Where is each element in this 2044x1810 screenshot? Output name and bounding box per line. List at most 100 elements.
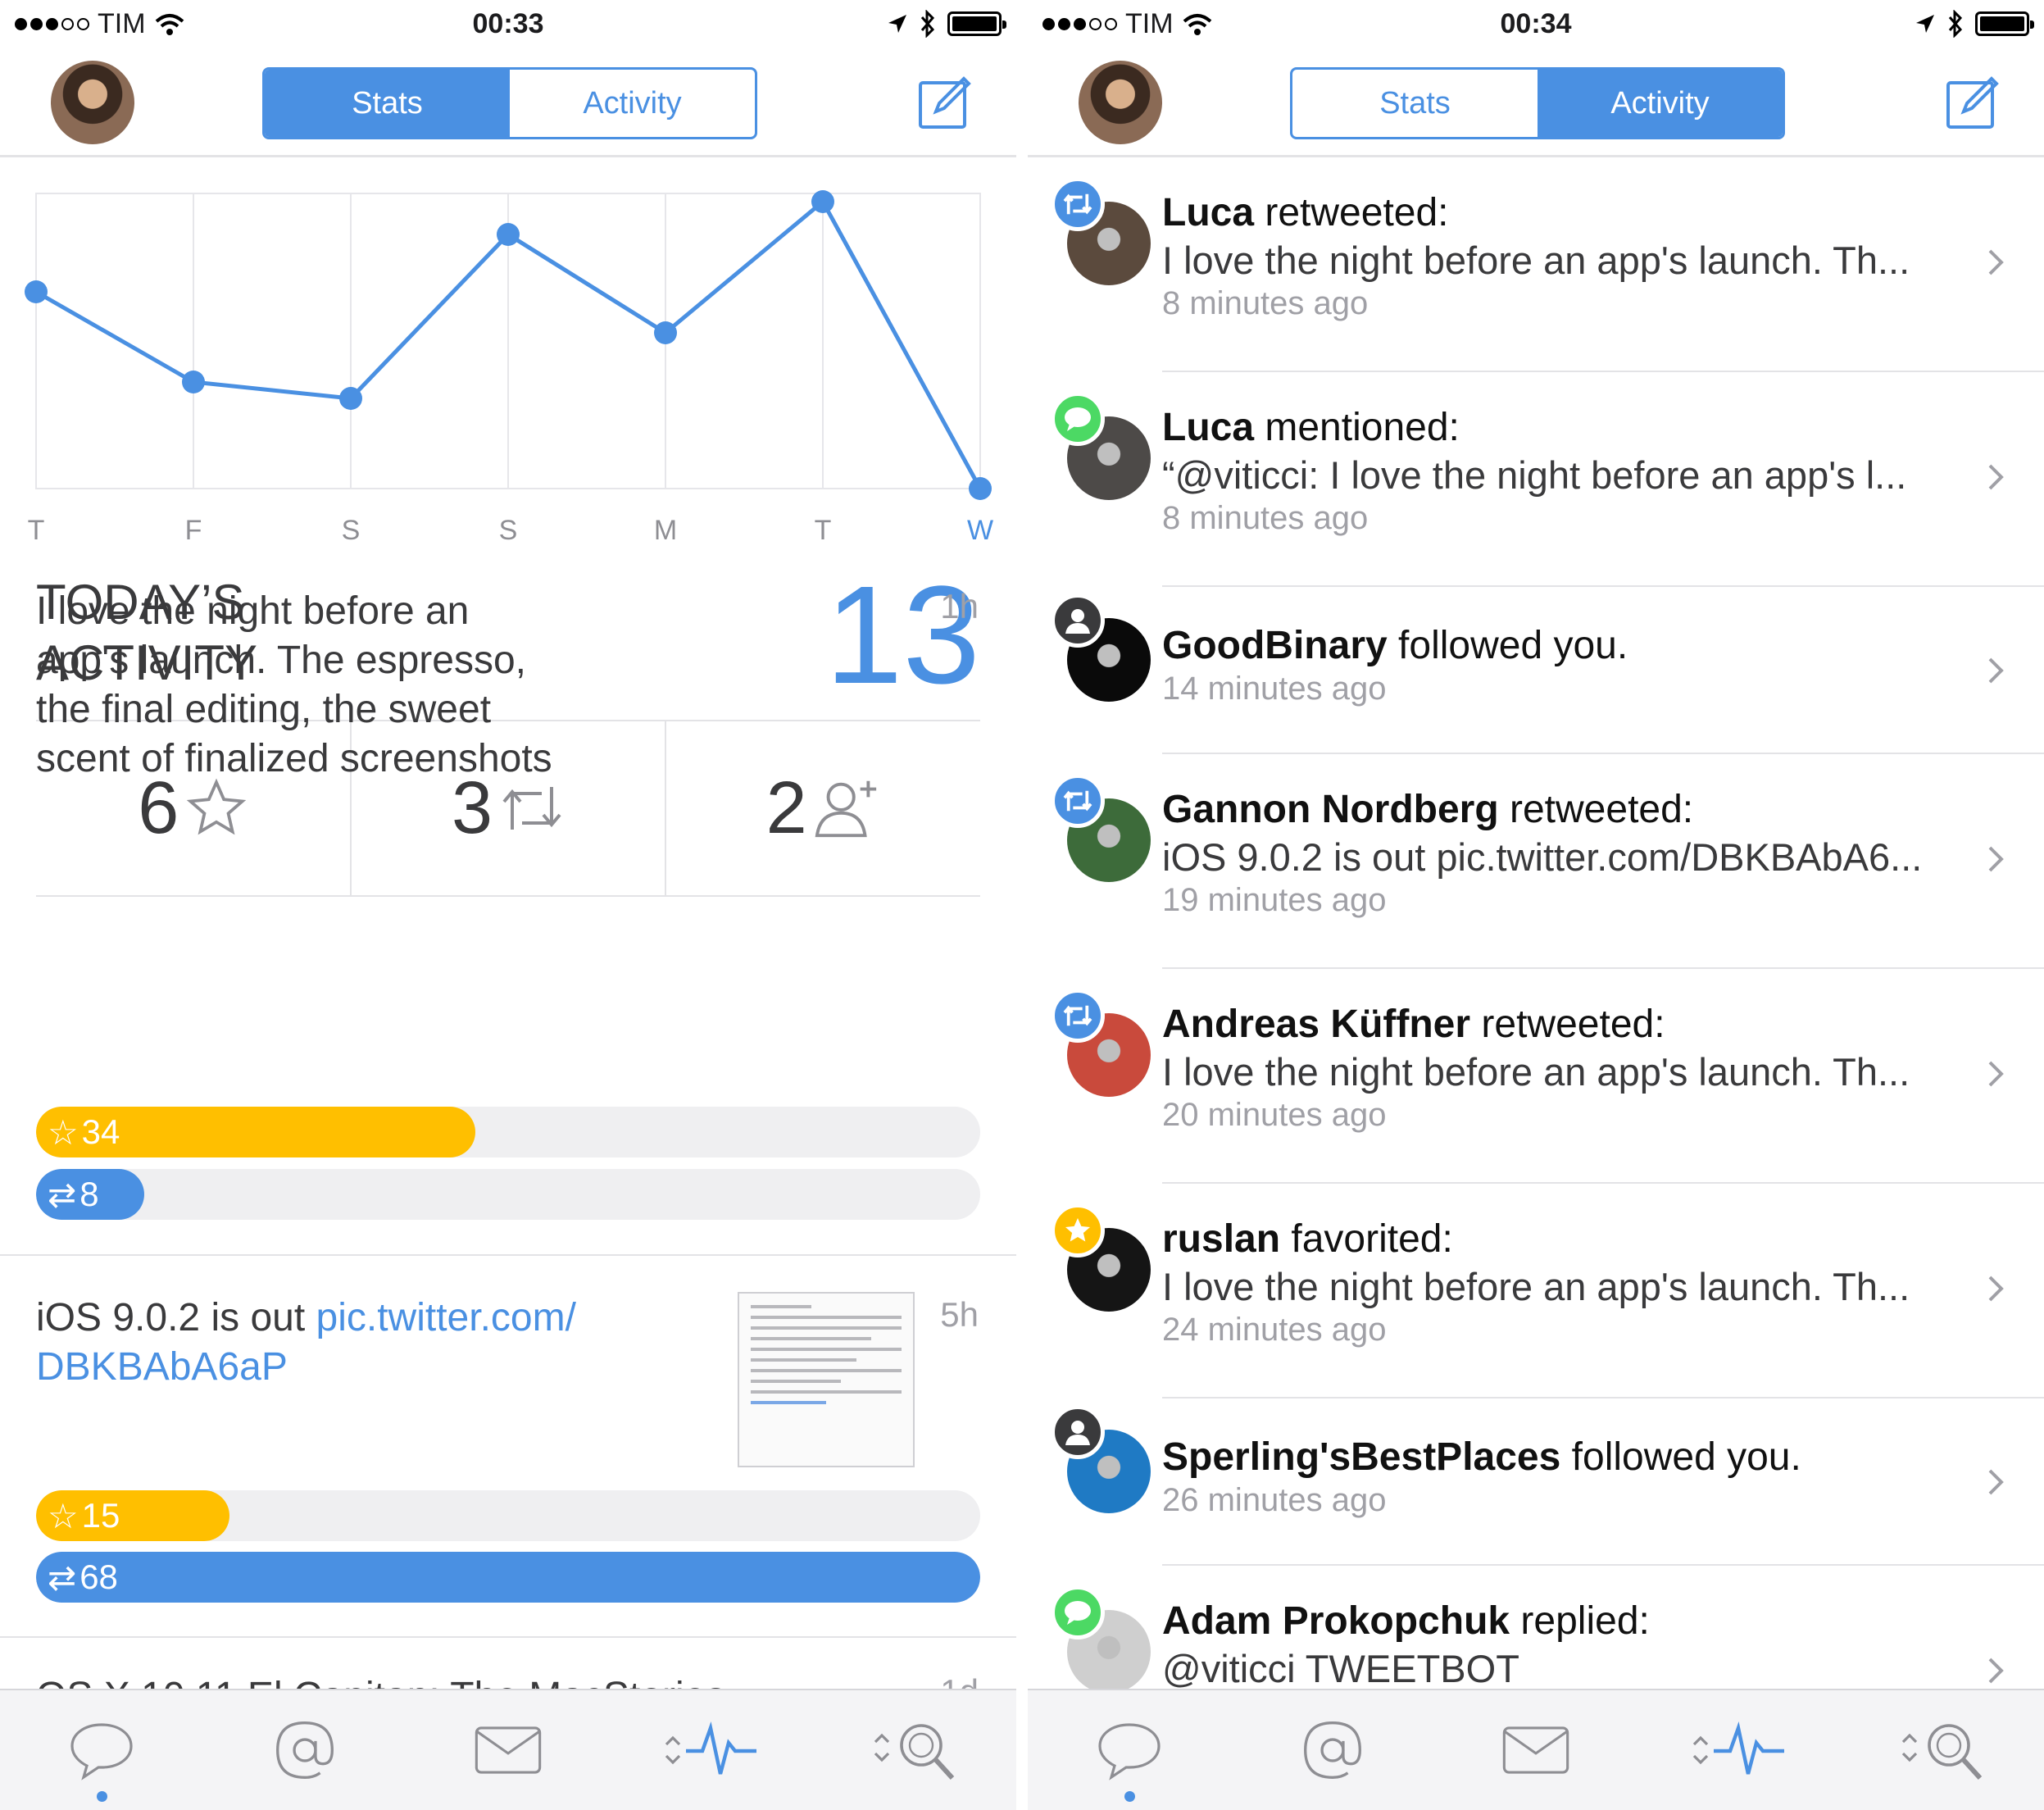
retweets-bar: ⇄ 8 — [36, 1169, 980, 1220]
activity-action: followed you. — [1571, 1435, 1801, 1479]
chart-x-tick-label: W — [967, 515, 993, 546]
activity-body: “@viticci: I love the night before an ap… — [1162, 453, 1907, 497]
follow-badge-icon — [1051, 1405, 1105, 1459]
tab-mentions[interactable] — [1231, 1690, 1434, 1810]
profile-avatar[interactable] — [1079, 61, 1162, 144]
timeline-icon — [70, 1723, 133, 1780]
activity-user[interactable]: Luca — [1162, 191, 1254, 234]
tweet-text[interactable]: I love the night before an app's launch.… — [36, 587, 561, 784]
tab-activity[interactable]: Activity — [510, 70, 755, 137]
activity-screen: TIM 00:34 Stats Activity Luca retweeted:… — [1028, 0, 2044, 1810]
tab-search[interactable] — [1841, 1690, 2044, 1810]
tab-timeline[interactable] — [1028, 1690, 1231, 1810]
tweet-age: 5h — [940, 1295, 979, 1334]
activity-time: 14 minutes ago — [1162, 671, 1387, 707]
favorites-count: 34 — [81, 1112, 120, 1151]
activity-row[interactable]: Andreas Küffner retweeted: I love the nig… — [1028, 969, 2044, 1184]
activity-action: retweeted: — [1510, 788, 1694, 831]
divider — [0, 1254, 1016, 1256]
chevron-right-icon — [1988, 1276, 2004, 1302]
mentions-icon — [1304, 1721, 1361, 1779]
favorite-badge-icon — [1051, 1203, 1105, 1257]
favorites-bar: ☆ 15 — [36, 1490, 980, 1541]
nav-bar: Stats Activity — [0, 51, 1016, 157]
activity-title: Andreas Küffner retweeted: — [1162, 1002, 1665, 1047]
battery-icon — [1975, 11, 2034, 36]
activity-row[interactable]: Gannon Nordberg retweeted: iOS 9.0.2 is o… — [1028, 754, 2044, 969]
divider — [0, 1636, 1016, 1638]
activity-user[interactable]: Sperling'sBestPlaces — [1162, 1435, 1560, 1479]
tab-search[interactable] — [813, 1690, 1016, 1810]
chart-x-tick-label: T — [28, 515, 45, 546]
chart-x-tick-label: S — [342, 515, 361, 546]
retweets-count: 68 — [79, 1558, 118, 1596]
chevron-right-icon — [1988, 464, 2004, 490]
status-time: 00:34 — [1500, 8, 1572, 39]
status-bar: TIM 00:33 — [0, 0, 1016, 51]
activity-title: GoodBinary followed you. — [1162, 623, 1628, 668]
tab-stats[interactable]: Stats — [1292, 70, 1538, 137]
tab-timeline[interactable] — [0, 1690, 203, 1810]
activity-user[interactable]: Luca — [1162, 406, 1254, 449]
chevron-right-icon — [1988, 249, 2004, 275]
retweet-icon: ⇄ — [48, 1558, 77, 1597]
activity-title: Luca mentioned: — [1162, 405, 1460, 450]
activity-row[interactable]: ruslan favorited: I love the night before… — [1028, 1184, 2044, 1398]
tab-activity-stats[interactable] — [1637, 1690, 1841, 1810]
tweet-text[interactable]: iOS 9.0.2 is out pic.twitter.com/ DBKBAb… — [36, 1294, 692, 1392]
star-icon: ☆ — [48, 1112, 79, 1152]
followers-stat[interactable]: 2 — [666, 721, 980, 895]
nav-bar: Stats Activity — [1028, 51, 2044, 157]
retweet-icon: ⇄ — [48, 1175, 77, 1214]
status-time: 00:33 — [472, 8, 544, 39]
tab-stats[interactable]: Stats — [265, 70, 510, 137]
tweet-image-thumbnail[interactable] — [738, 1292, 915, 1467]
activity-title: Gannon Nordberg retweeted: — [1162, 787, 1693, 832]
status-bar: TIM 00:34 — [1028, 0, 2044, 51]
retweets-bar: ⇄ 68 — [36, 1552, 980, 1603]
tab-bar — [1028, 1689, 2044, 1810]
activity-row[interactable]: Luca retweeted: I love the night before a… — [1028, 157, 2044, 372]
follow-badge-icon — [1051, 593, 1105, 648]
retweet-badge-icon — [1051, 989, 1105, 1043]
activity-user[interactable]: ruslan — [1162, 1217, 1280, 1261]
compose-icon[interactable] — [918, 75, 972, 130]
messages-icon — [475, 1726, 542, 1774]
chart-x-tick-label: T — [815, 515, 832, 546]
activity-time: 19 minutes ago — [1162, 882, 1387, 918]
activity-user[interactable]: Adam Prokopchuk — [1162, 1599, 1510, 1643]
activity-row[interactable]: Luca mentioned: “@viticci: I love the nig… — [1028, 372, 2044, 587]
bluetooth-icon — [920, 10, 935, 38]
tab-activity[interactable]: Activity — [1538, 70, 1783, 137]
activity-row[interactable]: Sperling'sBestPlaces followed you. 26 min… — [1028, 1398, 2044, 1566]
tab-mentions[interactable] — [203, 1690, 407, 1810]
activity-time: 20 minutes ago — [1162, 1097, 1387, 1133]
battery-icon — [947, 11, 1006, 36]
stats-screen: TIM 00:33 Stats Activity TFSSMTW TODAY’S… — [0, 0, 1016, 1810]
retweets-bar-fill: ⇄ 68 — [36, 1552, 980, 1603]
chevron-right-icon — [1988, 846, 2004, 872]
mention-badge-icon — [1051, 392, 1105, 446]
search-icon — [874, 1724, 955, 1780]
chart-point — [654, 321, 677, 344]
profile-avatar[interactable] — [51, 61, 134, 144]
activity-row[interactable]: GoodBinary followed you. 14 minutes ago — [1028, 587, 2044, 754]
star-icon: ☆ — [48, 1496, 79, 1535]
mentions-icon — [276, 1721, 334, 1779]
bluetooth-icon — [1948, 10, 1963, 38]
activity-user[interactable]: GoodBinary — [1162, 624, 1388, 667]
activity-chart-svg: TFSSMTW — [25, 190, 993, 546]
tab-messages[interactable] — [1434, 1690, 1637, 1810]
compose-icon[interactable] — [1946, 75, 2000, 130]
tab-messages[interactable] — [407, 1690, 610, 1810]
activity-action: retweeted: — [1265, 191, 1449, 234]
activity-time: 8 minutes ago — [1162, 285, 1369, 321]
tweet-age: 1h — [940, 587, 979, 625]
location-icon — [888, 15, 906, 33]
add-follower-icon — [815, 780, 876, 838]
activity-user[interactable]: Andreas Küffner — [1162, 1003, 1470, 1046]
favorites-count: 15 — [81, 1496, 120, 1535]
activity-user[interactable]: Gannon Nordberg — [1162, 788, 1499, 831]
followers-count: 2 — [765, 766, 807, 849]
tab-activity-stats[interactable] — [610, 1690, 813, 1810]
